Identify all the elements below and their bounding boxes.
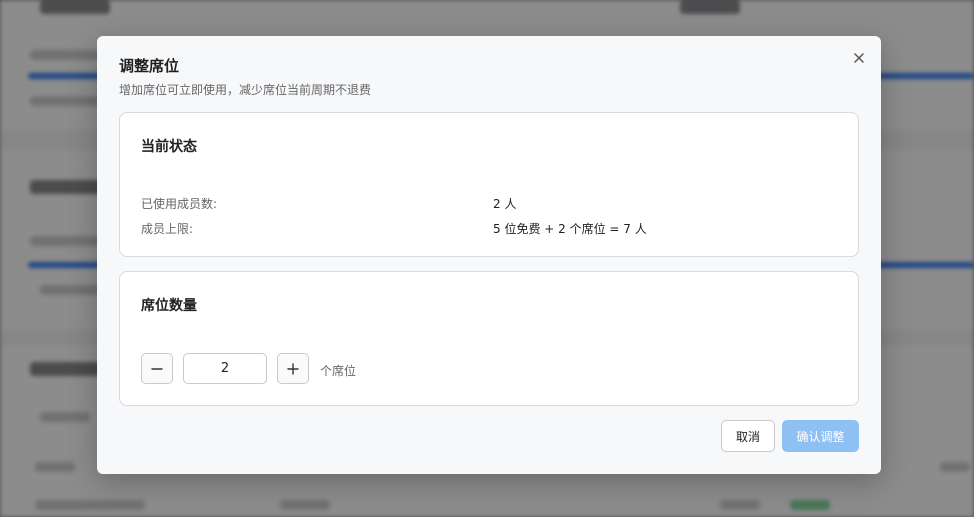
minus-icon — [151, 367, 163, 370]
dialog-title: 调整席位 — [119, 57, 180, 75]
close-button[interactable] — [851, 50, 867, 66]
seat-unit-label: 个席位 — [320, 364, 357, 378]
current-status-panel: 当前状态 已使用成员数: 2 人 成员上限: 5 位免费 + 2 个席位 = 7… — [119, 112, 859, 257]
dialog-subtitle: 增加席位可立即使用，减少席位当前周期不退费 — [119, 83, 372, 97]
seat-quantity-title: 席位数量 — [141, 298, 197, 314]
used-members-label: 已使用成员数: — [141, 197, 218, 211]
close-icon — [854, 53, 864, 63]
cancel-button[interactable]: 取消 — [721, 420, 775, 452]
plus-icon — [287, 362, 299, 375]
adjust-seats-dialog: 调整席位 增加席位可立即使用，减少席位当前周期不退费 当前状态 已使用成员数: … — [97, 36, 881, 474]
seat-quantity-input[interactable] — [183, 353, 267, 384]
current-status-title: 当前状态 — [141, 139, 197, 155]
decrease-seats-button[interactable] — [141, 353, 173, 384]
member-limit-value: 5 位免费 + 2 个席位 = 7 人 — [493, 222, 647, 236]
member-limit-label: 成员上限: — [141, 222, 194, 236]
confirm-adjust-button[interactable]: 确认调整 — [782, 420, 859, 452]
seat-quantity-panel: 席位数量 个席位 — [119, 271, 859, 406]
increase-seats-button[interactable] — [277, 353, 309, 384]
used-members-value: 2 人 — [493, 197, 517, 211]
